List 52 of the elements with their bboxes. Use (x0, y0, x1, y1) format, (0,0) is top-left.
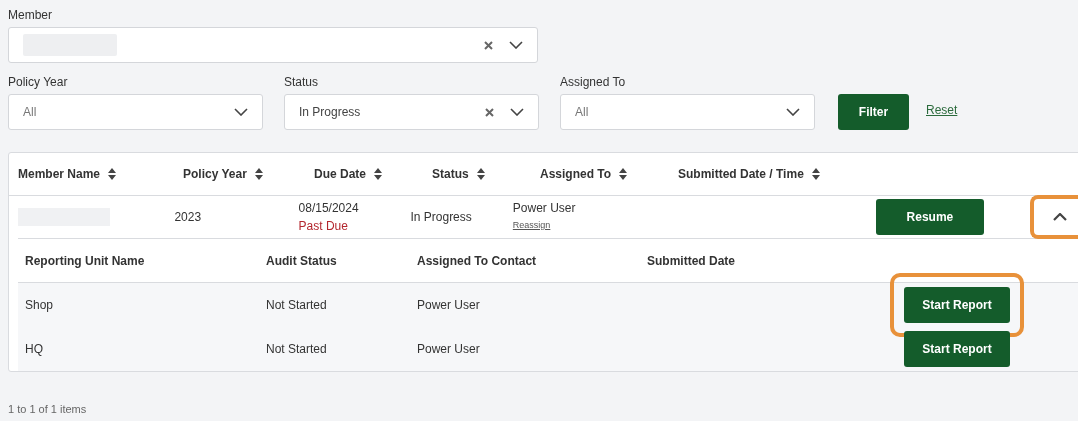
collapse-icon (1053, 213, 1068, 221)
select-field[interactable] (8, 27, 538, 63)
chevron-down-icon (509, 41, 523, 49)
sort-icon[interactable] (108, 168, 117, 180)
pagination-summary: 1 to 1 of 1 items (8, 403, 87, 415)
start-report-button[interactable]: Start Report (904, 331, 1010, 367)
resume-button[interactable]: Resume (875, 199, 984, 235)
filter-button[interactable]: Filter (838, 94, 909, 130)
due-date: 08/15/2024 (298, 200, 360, 217)
past-due-label: Past Due (298, 218, 349, 235)
field-label: Assigned To (560, 74, 627, 91)
field-label: Policy Year (8, 74, 69, 91)
chevron-down-icon (234, 108, 248, 116)
sort-icon[interactable] (374, 168, 382, 180)
select-value: All (575, 104, 589, 121)
sort-icon[interactable] (476, 168, 485, 180)
chevron-down-icon (510, 108, 524, 116)
table-cell-text: Power User (417, 341, 481, 358)
clear-icon[interactable] (484, 40, 493, 50)
column-header: Reporting Unit Name (25, 252, 146, 270)
table-cell-text: Not Started (266, 297, 328, 314)
select-value: In Progress (299, 104, 361, 121)
field-label: Member (8, 7, 53, 24)
table-cell-text: Power User (417, 297, 481, 314)
column-header: Submitted Date (647, 252, 736, 270)
column-header: Audit Status (266, 252, 338, 270)
column-header[interactable]: Due Date (314, 165, 366, 183)
table-cell-text: In Progress (410, 209, 473, 226)
select-value: All (23, 104, 37, 121)
table-cell-text: Shop (25, 297, 55, 314)
reset-link[interactable]: Reset (926, 101, 958, 119)
select-field[interactable]: All (8, 94, 263, 130)
clear-icon[interactable] (485, 107, 494, 117)
column-header[interactable]: Policy Year (183, 165, 247, 183)
sort-icon[interactable] (254, 168, 263, 180)
chevron-down-icon (786, 108, 800, 116)
column-header: Assigned To Contact (417, 252, 538, 270)
start-report-button[interactable]: Start Report (904, 287, 1010, 323)
select-field[interactable]: All (560, 94, 815, 130)
reassign-link[interactable]: Reassign (512, 217, 551, 234)
column-header[interactable]: Status (432, 165, 469, 183)
table-cell-text: 2023 (174, 209, 203, 226)
column-header[interactable]: Member Name (18, 165, 101, 183)
column-header[interactable]: Submitted Date / Time (678, 165, 804, 183)
assignee-name: Power User (512, 200, 577, 217)
sort-icon[interactable] (619, 168, 628, 180)
table-cell-text: HQ (25, 341, 44, 358)
column-header[interactable]: Assigned To (540, 165, 612, 183)
table-cell-text: Not Started (266, 341, 328, 358)
sort-icon[interactable] (811, 168, 820, 180)
field-label: Status (284, 74, 320, 91)
select-field[interactable]: In Progress (284, 94, 539, 130)
